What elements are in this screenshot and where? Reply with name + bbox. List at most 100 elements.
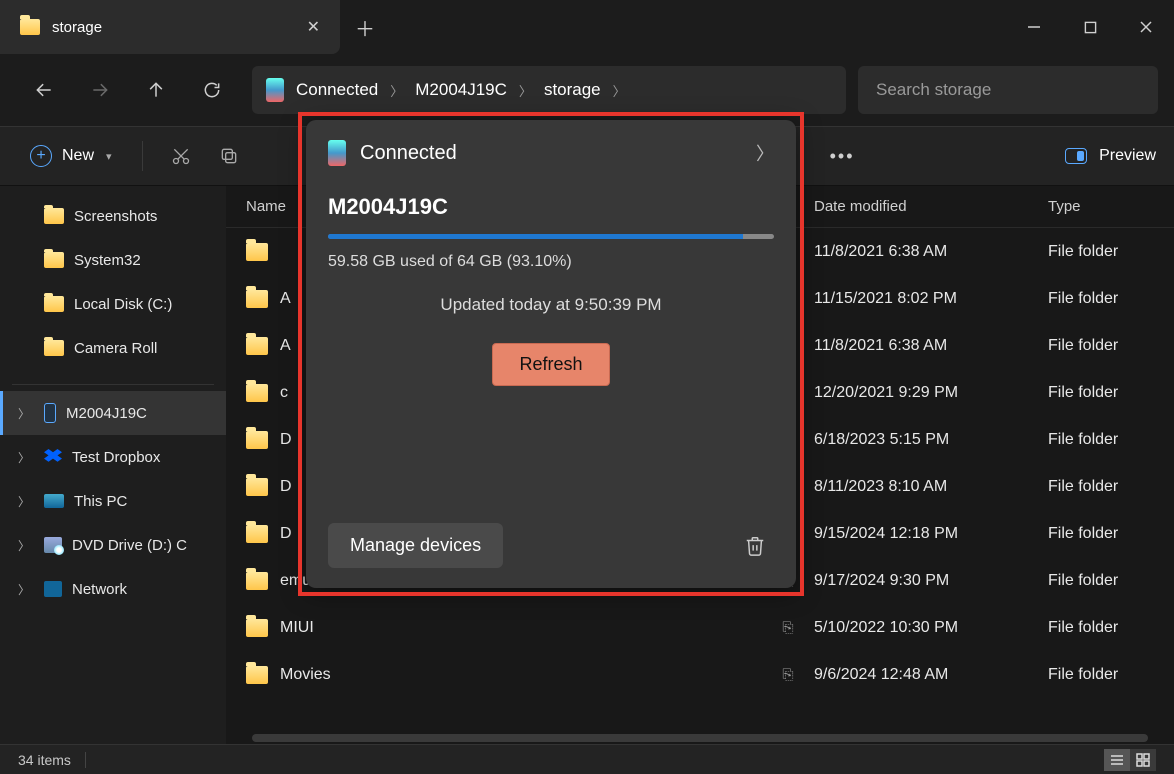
- up-button[interactable]: [128, 66, 184, 114]
- sidebar: Screenshots System32 Local Disk (C:) Camera…: [0, 186, 226, 744]
- back-button[interactable]: [16, 66, 72, 114]
- file-date: 5/10/2022 10:30 PM: [814, 619, 1048, 637]
- file-type: File folder: [1048, 525, 1162, 543]
- shortcut-icon: ⎘: [780, 618, 796, 638]
- table-row[interactable]: Movies ⎘ 9/6/2024 12:48 AMFile folder: [226, 651, 1174, 698]
- sidebar-item-label: This PC: [74, 493, 127, 510]
- maximize-button[interactable]: [1062, 0, 1118, 54]
- file-date: 9/6/2024 12:48 AM: [814, 666, 1048, 684]
- storage-usage: 59.58 GB used of 64 GB (93.10%): [328, 253, 774, 271]
- folder-icon: [44, 340, 64, 356]
- sidebar-item[interactable]: 〉 DVD Drive (D:) C: [0, 523, 226, 567]
- close-window-button[interactable]: [1118, 0, 1174, 54]
- title-bar: storage ✕ ＋: [0, 0, 1174, 54]
- new-tab-button[interactable]: ＋: [340, 0, 390, 54]
- folder-icon: [246, 431, 268, 449]
- nav-bar: Connected 〉 M2004J19C 〉 storage 〉 Search…: [0, 54, 1174, 126]
- sidebar-item-label: Test Dropbox: [72, 449, 160, 466]
- file-name: c: [280, 384, 288, 402]
- sidebar-item-label: Camera Roll: [74, 340, 157, 357]
- sidebar-item-label: System32: [74, 252, 141, 269]
- new-button[interactable]: + New ▾: [18, 139, 124, 173]
- chevron-right-icon[interactable]: 〉: [14, 493, 34, 510]
- storage-progress: [328, 234, 774, 239]
- file-name: D: [280, 431, 292, 449]
- folder-icon: [246, 572, 268, 590]
- folder-icon: [246, 243, 268, 261]
- folder-icon: [246, 525, 268, 543]
- col-type[interactable]: Type: [1048, 198, 1162, 215]
- device-icon: [328, 140, 346, 166]
- tab-storage[interactable]: storage ✕: [0, 0, 340, 54]
- panel-title: Connected: [360, 142, 742, 165]
- file-date: 9/15/2024 12:18 PM: [814, 525, 1048, 543]
- details-view-button[interactable]: [1104, 749, 1130, 771]
- network-icon: [44, 581, 62, 597]
- file-name: A: [280, 290, 291, 308]
- folder-icon: [246, 619, 268, 637]
- chevron-right-icon[interactable]: 〉: [14, 581, 34, 598]
- folder-icon: [44, 208, 64, 224]
- folder-icon: [246, 666, 268, 684]
- dvd-icon: [44, 537, 62, 553]
- sidebar-item-label: M2004J19C: [66, 405, 147, 422]
- chevron-right-icon[interactable]: 〉: [613, 81, 626, 100]
- chevron-right-icon[interactable]: 〉: [14, 537, 34, 554]
- search-input[interactable]: Search storage: [858, 66, 1158, 114]
- table-row[interactable]: MIUI⎘5/10/2022 10:30 PMFile folder: [226, 604, 1174, 651]
- preview-button[interactable]: Preview: [1099, 147, 1156, 165]
- file-date: 12/20/2021 9:29 PM: [814, 384, 1048, 402]
- refresh-button[interactable]: Refresh: [492, 343, 609, 386]
- sidebar-item[interactable]: 〉 Test Dropbox: [0, 435, 226, 479]
- new-label: New: [62, 147, 94, 165]
- chevron-right-icon[interactable]: 〉: [14, 405, 34, 422]
- file-name: A: [280, 337, 291, 355]
- file-type: File folder: [1048, 666, 1162, 684]
- sidebar-item[interactable]: 〉 This PC: [0, 479, 226, 523]
- sidebar-item[interactable]: Camera Roll: [0, 326, 226, 370]
- sidebar-item[interactable]: 〉 M2004J19C: [0, 391, 226, 435]
- thumbnail-view-button[interactable]: [1130, 749, 1156, 771]
- sidebar-item[interactable]: System32: [0, 238, 226, 282]
- sidebar-item-label: DVD Drive (D:) C: [72, 537, 187, 554]
- file-date: 11/8/2021 6:38 AM: [814, 337, 1048, 355]
- col-date[interactable]: Date modified: [814, 198, 1048, 215]
- refresh-nav-button[interactable]: [184, 66, 240, 114]
- file-date: 11/15/2021 8:02 PM: [814, 290, 1048, 308]
- sidebar-item[interactable]: Screenshots: [0, 194, 226, 238]
- file-type: File folder: [1048, 384, 1162, 402]
- cut-button[interactable]: [161, 136, 201, 176]
- chevron-right-icon[interactable]: 〉: [14, 449, 34, 466]
- chevron-right-icon[interactable]: 〉: [519, 81, 532, 100]
- file-type: File folder: [1048, 619, 1162, 637]
- more-button[interactable]: •••: [820, 146, 865, 167]
- crumb-connected[interactable]: Connected: [296, 80, 378, 100]
- forward-button[interactable]: [72, 66, 128, 114]
- chevron-right-icon[interactable]: 〉: [390, 81, 403, 100]
- manage-devices-button[interactable]: Manage devices: [328, 523, 503, 568]
- file-type: File folder: [1048, 572, 1162, 590]
- folder-icon: [20, 19, 40, 35]
- sidebar-item[interactable]: Local Disk (C:): [0, 282, 226, 326]
- horizontal-scrollbar[interactable]: [252, 734, 1148, 742]
- crumb-storage[interactable]: storage: [544, 80, 601, 100]
- sidebar-item-label: Screenshots: [74, 208, 157, 225]
- status-bar: 34 items: [0, 744, 1174, 774]
- sidebar-item-label: Network: [72, 581, 127, 598]
- folder-icon: [246, 290, 268, 308]
- crumb-device[interactable]: M2004J19C: [415, 80, 507, 100]
- shortcut-icon: ⎘: [780, 665, 796, 685]
- copy-button[interactable]: [209, 136, 249, 176]
- panel-expand-button[interactable]: 〉: [756, 140, 774, 166]
- last-updated: Updated today at 9:50:39 PM: [328, 295, 774, 315]
- folder-icon: [44, 252, 64, 268]
- file-date: 11/8/2021 6:38 AM: [814, 243, 1048, 261]
- sidebar-item[interactable]: 〉 Network: [0, 567, 226, 611]
- device-panel: Connected 〉 M2004J19C 59.58 GB used of 6…: [306, 120, 796, 588]
- breadcrumb[interactable]: Connected 〉 M2004J19C 〉 storage 〉: [252, 66, 846, 114]
- minimize-button[interactable]: [1006, 0, 1062, 54]
- tab-label: storage: [52, 19, 295, 36]
- close-tab-icon[interactable]: ✕: [307, 17, 320, 37]
- delete-button[interactable]: [736, 527, 774, 565]
- file-name: Movies: [280, 666, 331, 684]
